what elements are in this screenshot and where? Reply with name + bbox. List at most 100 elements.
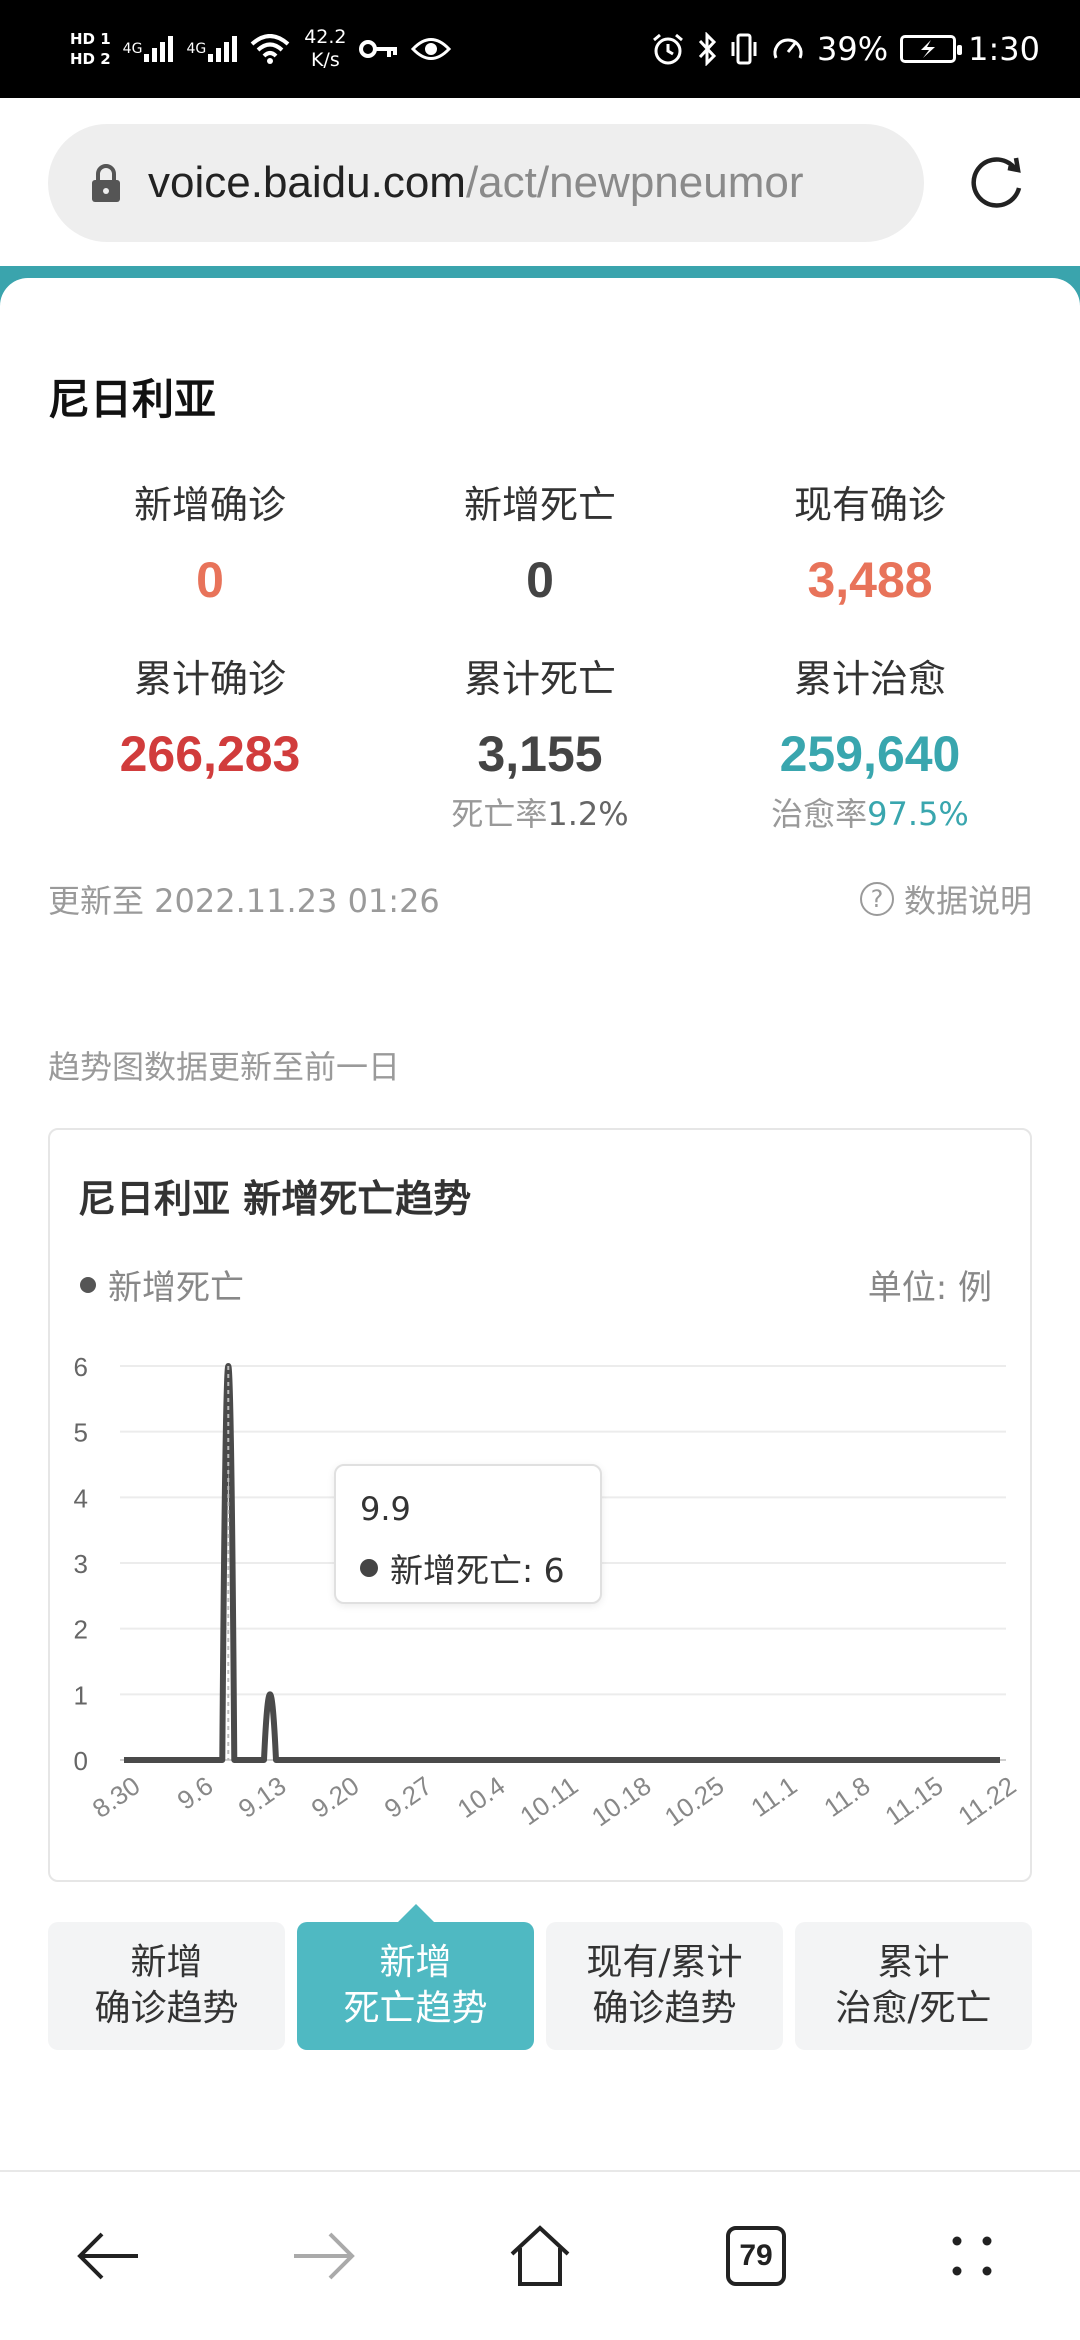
status-bar: HD 1 HD 2 4G 4G 42.2 K/s 39% 1:30 xyxy=(0,0,1080,98)
x-tick-label: 10.4 xyxy=(452,1770,511,1824)
tab-new-confirmed-trend[interactable]: 新增 确诊趋势 xyxy=(48,1922,285,2050)
recovery-rate-label: 治愈率 xyxy=(771,795,868,833)
wifi-icon xyxy=(250,34,290,64)
tooltip-marker xyxy=(360,1559,378,1577)
home-button[interactable] xyxy=(500,2216,580,2296)
tab-line1: 现有/累计 xyxy=(586,1942,743,1983)
tooltip-date: 9.9 xyxy=(360,1490,411,1528)
x-tick-label: 11.15 xyxy=(880,1770,949,1831)
x-tick-label: 8.30 xyxy=(87,1770,146,1824)
y-tick-label: 5 xyxy=(74,1418,88,1448)
tab-current-total-confirmed-trend[interactable]: 现有/累计 确诊趋势 xyxy=(546,1922,783,2050)
tabs-button[interactable]: 79 xyxy=(716,2216,796,2296)
stat-new-confirmed: 新增确诊 0 xyxy=(45,474,375,609)
stat-value: 0 xyxy=(196,552,224,608)
data-note-label: 数据说明 xyxy=(903,882,1032,920)
home-icon xyxy=(510,2225,570,2286)
stat-current-confirmed: 现有确诊 3,488 xyxy=(705,474,1035,609)
death-rate: 死亡率1.2% xyxy=(375,789,705,835)
address-bar[interactable]: voice.baidu.com/act/newpneumor xyxy=(48,124,924,242)
x-tick-label: 10.25 xyxy=(659,1770,730,1832)
y-tick-label: 3 xyxy=(74,1549,88,1579)
refresh-icon[interactable] xyxy=(964,150,1030,216)
chart-card: 尼日利亚 新增死亡趋势 新增死亡 单位: 例 0 1 2 3 4 5 6 8.30 9.6 9.1… xyxy=(48,1128,1032,1882)
tab-count-badge: 79 xyxy=(726,2226,786,2286)
tab-new-deaths-trend[interactable]: 新增 死亡趋势 xyxy=(297,1904,534,2050)
x-tick-label: 11.8 xyxy=(818,1770,875,1823)
stat-label: 累计确诊 xyxy=(133,657,286,701)
signal-1-icon: 4G xyxy=(123,36,175,62)
network-speed: 42.2 K/s xyxy=(304,26,346,72)
x-tick-label: 9.13 xyxy=(233,1770,292,1824)
tooltip-value: 新增死亡: 6 xyxy=(360,1544,565,1592)
bottom-nav: 79 xyxy=(0,2172,1080,2340)
stat-value: 259,640 xyxy=(779,726,961,782)
url-host: voice.baidu.com xyxy=(148,158,466,207)
tab-line2: 确诊趋势 xyxy=(592,1988,737,2029)
stat-new-deaths: 新增死亡 0 xyxy=(375,474,705,609)
net1-label: 4G xyxy=(122,41,143,57)
y-tick-label: 4 xyxy=(74,1483,88,1513)
lock-icon xyxy=(92,164,120,202)
death-rate-label: 死亡率 xyxy=(451,795,548,833)
tab-total-recovered-deaths[interactable]: 累计 治愈/死亡 xyxy=(795,1922,1032,2050)
chart-tabs: 新增 确诊趋势 新增 死亡趋势 现有/累计 确诊趋势 累计 治愈/死亡 xyxy=(48,1904,1032,2050)
net2-label: 4G xyxy=(186,41,207,57)
y-tick-label: 0 xyxy=(74,1746,88,1776)
x-tick-label: 11.22 xyxy=(953,1770,1022,1831)
stat-label: 累计治愈 xyxy=(793,657,946,701)
stat-label: 新增确诊 xyxy=(133,483,286,527)
signal-2-icon: 4G xyxy=(186,36,238,62)
stat-value: 3,155 xyxy=(477,726,603,782)
data-note-link[interactable]: ? 数据说明 xyxy=(859,876,1032,922)
stat-total-recovered: 累计治愈 259,640 治愈率97.5% xyxy=(705,648,1035,835)
forward-icon xyxy=(294,2232,355,2280)
status-right: 39% 1:30 xyxy=(651,30,1040,68)
alarm-icon xyxy=(651,32,685,66)
x-tick-label: 11.1 xyxy=(745,1770,802,1823)
speedometer-icon xyxy=(771,32,805,66)
update-time: 更新至 2022.11.23 01:26 xyxy=(48,882,440,920)
death-rate-value: 1.2% xyxy=(547,795,629,833)
tab-line2: 确诊趋势 xyxy=(94,1988,239,2029)
x-tick-label: 9.27 xyxy=(379,1770,438,1824)
forward-button[interactable] xyxy=(284,2216,364,2296)
trend-note: 趋势图数据更新至前一日 xyxy=(48,1048,401,1086)
tab-line1: 新增 xyxy=(379,1942,452,1983)
status-left: HD 1 HD 2 4G 4G 42.2 K/s xyxy=(70,26,451,72)
hd-indicators: HD 1 HD 2 xyxy=(70,29,111,69)
tooltip-label: 新增死亡: 6 xyxy=(390,1551,565,1590)
tab-line1: 新增 xyxy=(130,1942,203,1983)
url-path: /act/newpneumor xyxy=(465,158,804,207)
y-tick-label: 1 xyxy=(74,1680,88,1710)
help-icon: ? xyxy=(859,882,894,916)
stat-value: 266,283 xyxy=(119,726,301,782)
back-icon xyxy=(77,2232,138,2280)
y-tick-label: 2 xyxy=(74,1615,88,1645)
url-text[interactable]: voice.baidu.com/act/newpneumor xyxy=(148,158,908,208)
x-tick-label: 9.6 xyxy=(172,1770,219,1815)
x-tick-label: 10.11 xyxy=(515,1770,584,1831)
bluetooth-icon xyxy=(697,32,717,66)
speed-value: 42.2 xyxy=(304,26,347,48)
menu-button[interactable] xyxy=(932,2216,1012,2296)
battery-icon xyxy=(900,35,963,63)
chart-tooltip: 9.9 新增死亡: 6 xyxy=(334,1464,602,1604)
vibrate-icon xyxy=(729,32,759,66)
hd1-label: HD 1 xyxy=(70,30,111,48)
menu-icon xyxy=(952,2236,992,2276)
recovery-rate: 治愈率97.5% xyxy=(705,789,1035,835)
battery-percent: 39% xyxy=(817,30,889,68)
eye-icon xyxy=(410,36,451,62)
x-tick-label: 9.20 xyxy=(306,1770,365,1824)
stat-label: 新增死亡 xyxy=(463,483,616,527)
tab-line1: 累计 xyxy=(877,1942,950,1983)
y-tick-label: 6 xyxy=(74,1352,88,1382)
country-title: 尼日利亚 xyxy=(48,375,217,424)
tab-line2: 治愈/死亡 xyxy=(835,1988,992,2029)
clock: 1:30 xyxy=(968,30,1040,68)
recovery-rate-value: 97.5% xyxy=(867,795,969,833)
stat-total-deaths: 累计死亡 3,155 死亡率1.2% xyxy=(375,648,705,835)
speed-unit: K/s xyxy=(310,49,340,71)
back-button[interactable] xyxy=(68,2216,148,2296)
